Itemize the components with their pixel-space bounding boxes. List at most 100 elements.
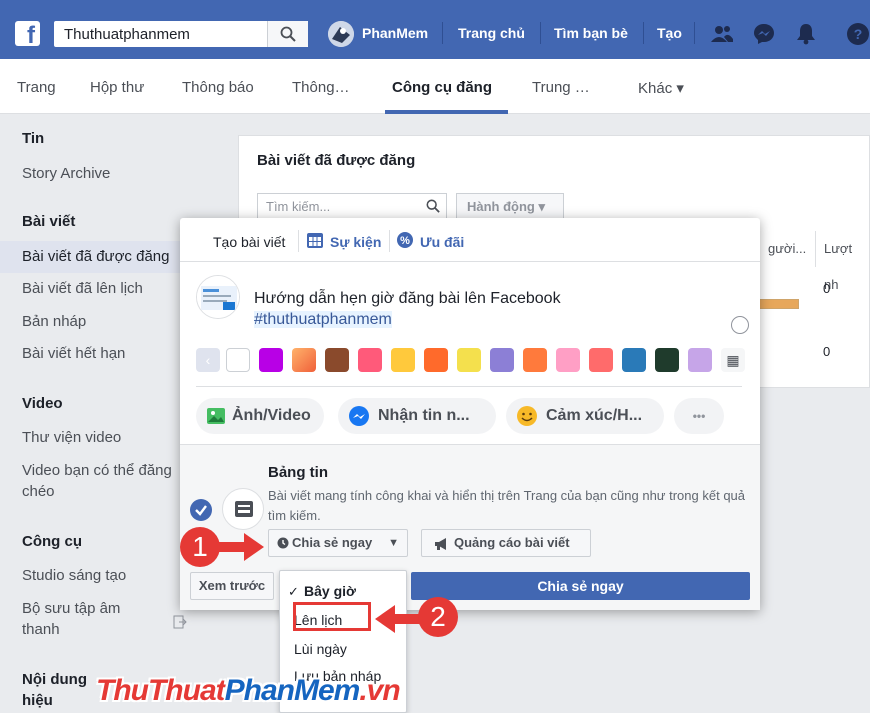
sidebar-item-crosspost-videos[interactable]: Video bạn có thể đăng	[22, 462, 202, 479]
background-swatch[interactable]	[688, 348, 712, 372]
nav-home-link[interactable]: Trang chủ	[458, 25, 525, 41]
watermark-part-2: PhanMem	[224, 674, 361, 707]
sidebar-item-sound-collection-line2[interactable]: thanh	[22, 621, 60, 638]
background-swatch[interactable]	[424, 348, 448, 372]
background-swatch[interactable]	[556, 348, 580, 372]
post-text-editor[interactable]: Hướng dẫn hẹn giờ đăng bài lên Facebook …	[254, 288, 561, 330]
column-header-reach[interactable]: gười...	[759, 231, 806, 267]
tab-page[interactable]: Trang	[17, 79, 56, 96]
photo-video-button[interactable]: Ảnh/Video	[196, 398, 324, 434]
page-avatar	[196, 275, 240, 319]
nav-create-link[interactable]: Tạo	[657, 25, 682, 41]
menu-item-now[interactable]: Bây giờ	[304, 583, 356, 599]
boost-post-button[interactable]: Quảng cáo bài viết	[421, 529, 591, 557]
tab-notifications[interactable]: Thông báo	[182, 79, 254, 96]
search-icon	[426, 199, 440, 213]
more-options-button[interactable]: •••	[674, 398, 724, 434]
photo-icon	[207, 408, 225, 424]
step-2-badge: 2	[418, 597, 458, 637]
svg-text:%: %	[400, 235, 410, 247]
background-swatch[interactable]	[655, 348, 679, 372]
search-icon	[280, 26, 296, 42]
post-hashtag: #thuthuatphanmem	[254, 311, 392, 328]
tab-divider	[389, 230, 390, 252]
tab-offer[interactable]: Ưu đãi	[420, 234, 464, 250]
background-swatch[interactable]	[490, 348, 514, 372]
panel-search-placeholder: Tìm kiếm...	[266, 199, 331, 214]
offer-badge-icon: %	[397, 232, 413, 248]
tab-event[interactable]: Sự kiện	[330, 234, 381, 250]
sidebar-item-video-library[interactable]: Thư viện video	[22, 429, 121, 446]
nav-find-friends-link[interactable]: Tìm bạn bè	[554, 25, 628, 41]
newsfeed-icon	[222, 488, 264, 530]
active-tab-underline	[385, 110, 508, 114]
help-icon[interactable]: ?	[846, 22, 870, 46]
share-now-dropdown-label: Chia sẻ ngay	[292, 535, 373, 550]
get-messages-label: Nhận tin n...	[378, 407, 470, 424]
feeling-activity-button[interactable]: Cảm xúc/H...	[506, 398, 664, 434]
background-swatch[interactable]	[325, 348, 349, 372]
sidebar-item-sound-collection[interactable]: Bộ sưu tập âm	[22, 600, 120, 617]
sidebar-item-drafts[interactable]: Bản nháp	[22, 313, 86, 330]
tab-ad-center[interactable]: Trung …	[532, 79, 590, 96]
tab-insights[interactable]: Thông…	[292, 79, 350, 96]
tab-inbox[interactable]: Hộp thư	[90, 79, 144, 96]
background-swatch[interactable]	[391, 348, 415, 372]
sidebar-heading-posts: Bài viết	[22, 213, 76, 230]
sidebar-heading-stories: Tin	[22, 130, 45, 147]
profile-avatar[interactable]	[328, 21, 354, 47]
tab-more[interactable]: Khác ▾	[638, 79, 684, 97]
arrow-left-icon	[375, 605, 423, 633]
friend-requests-icon[interactable]	[710, 22, 734, 46]
checkmark-selected-icon[interactable]	[190, 499, 212, 521]
external-link-icon[interactable]	[173, 615, 187, 629]
newsfeed-title: Bảng tin	[268, 464, 328, 481]
checkmark-icon: ✓	[288, 584, 299, 599]
background-swatch[interactable]	[226, 348, 250, 372]
background-color-picker: ‹ ▦	[196, 348, 745, 384]
messenger-icon[interactable]	[752, 22, 776, 46]
tab-publishing-tools[interactable]: Công cụ đăng	[392, 79, 492, 96]
menu-item-backdate[interactable]: Lùi ngày	[294, 641, 347, 657]
get-messages-button[interactable]: Nhận tin n...	[338, 398, 496, 434]
preview-button[interactable]: Xem trước	[190, 572, 274, 600]
facebook-logo-icon[interactable]: f	[15, 21, 40, 46]
notifications-bell-icon[interactable]	[794, 22, 818, 46]
sidebar-item-story-archive[interactable]: Story Archive	[22, 165, 110, 182]
background-swatch[interactable]	[292, 348, 316, 372]
emoji-picker-icon[interactable]	[731, 316, 749, 334]
sidebar-item-published-posts[interactable]: Bài viết đã được đăng	[0, 241, 200, 273]
search-value: Thuthuatphanmem	[64, 26, 190, 43]
nav-divider	[442, 22, 443, 44]
share-now-dropdown[interactable]: Chia sẻ ngay ▼	[268, 529, 408, 557]
profile-name-link[interactable]: PhanMem	[362, 25, 428, 41]
page-tabs-bar: Trang Hộp thư Thông báo Thông… Công cụ đ…	[0, 59, 870, 114]
sidebar-item-crosspost-videos-line2[interactable]: chéo	[22, 483, 55, 500]
background-swatch[interactable]	[523, 348, 547, 372]
clock-icon	[277, 537, 289, 549]
reach-bar	[759, 299, 799, 309]
sidebar-item-scheduled-posts[interactable]: Bài viết đã lên lịch	[22, 280, 143, 297]
chevron-left-icon[interactable]: ‹	[196, 348, 220, 372]
background-swatch[interactable]	[259, 348, 283, 372]
column-header-engagement[interactable]: Lượt nh	[815, 231, 869, 292]
more-backgrounds-grid-icon[interactable]: ▦	[721, 348, 745, 372]
background-swatch[interactable]	[589, 348, 613, 372]
watermark-part-3: .vn	[359, 674, 400, 707]
arrow-right-icon	[216, 533, 264, 561]
background-swatch[interactable]	[622, 348, 646, 372]
tab-create-post[interactable]: Tạo bài viết	[213, 234, 285, 250]
tab-divider	[298, 230, 299, 252]
actions-dropdown[interactable]: Hành động ▾	[456, 193, 564, 219]
sidebar-item-expired-posts[interactable]: Bài viết hết hạn	[22, 345, 125, 362]
panel-title: Bài viết đã được đăng	[257, 152, 416, 169]
background-swatch[interactable]	[358, 348, 382, 372]
share-now-button[interactable]: Chia sẻ ngay	[411, 572, 750, 600]
background-swatch[interactable]	[457, 348, 481, 372]
messenger-icon	[349, 406, 369, 426]
sidebar-item-creator-studio[interactable]: Studio sáng tạo	[22, 567, 126, 584]
search-button[interactable]	[267, 21, 308, 47]
schedule-highlight-box	[293, 602, 371, 631]
boost-post-label: Quảng cáo bài viết	[454, 535, 570, 550]
panel-search-input[interactable]: Tìm kiếm...	[257, 193, 447, 219]
